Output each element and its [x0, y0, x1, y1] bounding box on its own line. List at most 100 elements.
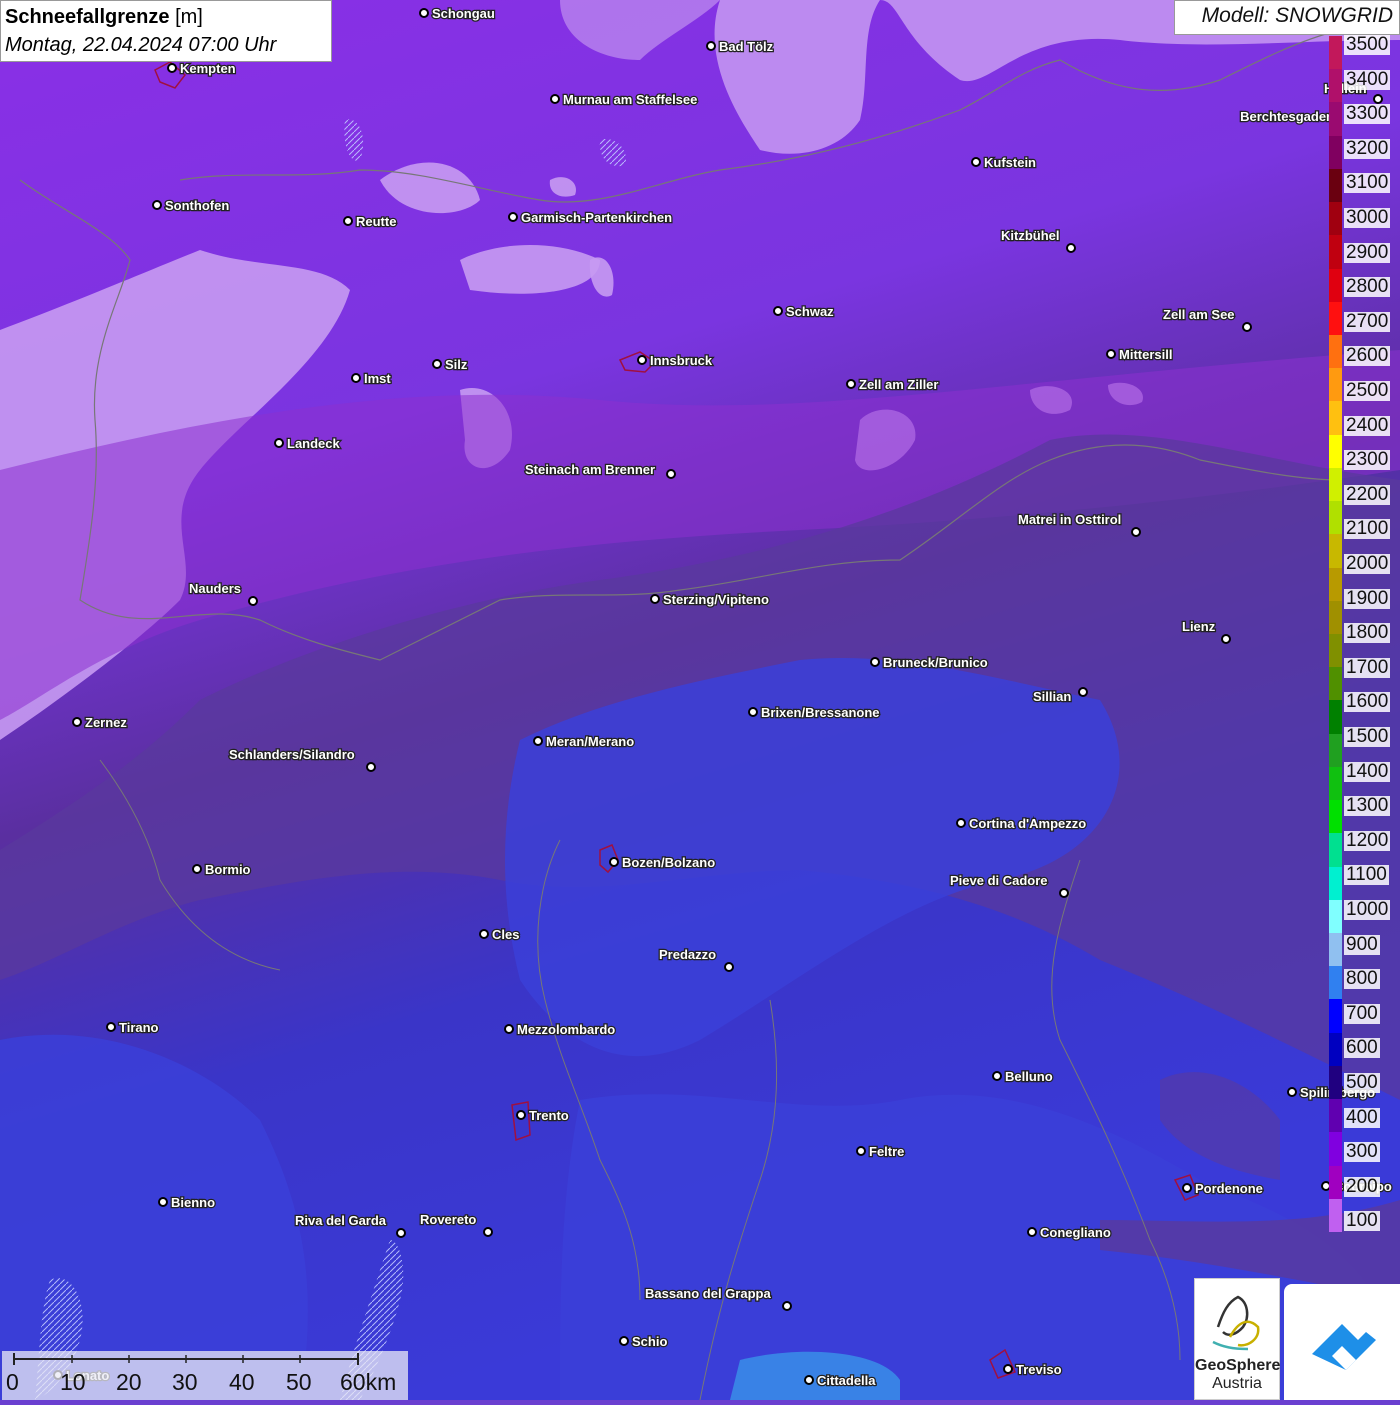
city-label: Berchtesgaden — [1240, 109, 1334, 124]
legend-swatch — [1329, 235, 1342, 270]
city-label: Bad Tölz — [719, 39, 774, 54]
city-marker[interactable]: Zell am Ziller — [846, 376, 940, 393]
city-label: Bruneck/Brunico — [883, 655, 988, 670]
legend-label: 3400 — [1344, 68, 1391, 90]
city-dot — [508, 212, 518, 222]
geosphere-logo[interactable]: GeoSphere Austria — [1194, 1278, 1280, 1400]
legend-label: 1900 — [1344, 587, 1391, 609]
city-label: Predazzo — [659, 947, 716, 962]
legend-label: 2800 — [1344, 276, 1391, 298]
legend-label: 2300 — [1344, 449, 1391, 471]
legend-label: 3300 — [1344, 103, 1391, 125]
city-marker[interactable]: Garmisch-Partenkirchen — [508, 209, 673, 226]
legend-label: 2600 — [1344, 345, 1391, 367]
city-dot — [782, 1301, 792, 1311]
legend-swatch — [1329, 202, 1342, 236]
city-marker[interactable]: Bruneck/Brunico — [870, 654, 989, 671]
legend-label: 1500 — [1344, 726, 1391, 747]
legend-label: 200 — [1344, 1175, 1380, 1197]
city-marker[interactable]: Bozen/Bolzano — [609, 854, 717, 871]
legend-label: 900 — [1344, 933, 1380, 955]
city-dot — [1287, 1087, 1297, 1097]
city-marker[interactable]: Sonthofen — [152, 197, 231, 214]
legend-label: 1700 — [1344, 656, 1391, 678]
city-label: Brixen/Bressanone — [761, 705, 880, 720]
scale-label-10: 10 — [60, 1369, 86, 1395]
geosphere-label-2: Austria — [1212, 1375, 1262, 1392]
legend-swatch — [1329, 700, 1342, 735]
city-dot — [419, 8, 429, 18]
scale-bar: 0 10 20 30 40 50 60km — [2, 1351, 408, 1400]
legend-label: 800 — [1344, 968, 1380, 990]
parameter-name: Schneefallgrenze — [5, 6, 170, 28]
city-label: Riva del Garda — [295, 1213, 387, 1228]
geosphere-logo-icon — [1212, 1295, 1260, 1351]
legend-swatch — [1329, 501, 1342, 535]
city-label: Kufstein — [984, 155, 1036, 170]
legend-swatch — [1329, 600, 1342, 635]
city-dot — [666, 469, 676, 479]
city-dot — [856, 1146, 866, 1156]
legend-label: 3200 — [1344, 137, 1391, 159]
city-marker[interactable]: Meran/Merano — [533, 733, 635, 750]
city-marker[interactable]: Sterzing/Vipiteno — [650, 591, 770, 608]
city-marker[interactable]: Steinach am Brenner — [524, 461, 676, 479]
legend-label: 1300 — [1344, 795, 1391, 817]
legend-swatch — [1329, 999, 1342, 1034]
city-dot — [724, 962, 734, 972]
city-label: Tirano — [119, 1020, 159, 1035]
city-dot — [706, 41, 716, 51]
city-label: Rovereto — [420, 1212, 476, 1227]
geosphere-label-1: GeoSphere — [1195, 1357, 1281, 1374]
legend-swatch — [1329, 434, 1342, 469]
city-marker[interactable]: Pordenone — [1182, 1180, 1264, 1197]
legend-swatch — [1329, 301, 1342, 336]
model-label: Modell: SNOWGRID — [1174, 0, 1400, 35]
snowfall-limit-map[interactable]: Schongau Bad Tölz Kempten Murnau am Staffel… — [0, 0, 1400, 1400]
city-label: Bienno — [171, 1195, 215, 1210]
legend-swatch — [1329, 733, 1342, 768]
city-marker[interactable]: Schongau — [419, 5, 496, 22]
city-dot — [1106, 349, 1116, 359]
scale-label-20: 20 — [116, 1369, 142, 1395]
city-marker[interactable]: Murnau am Staffelsee — [550, 91, 699, 108]
city-dot — [804, 1375, 814, 1385]
city-dot — [1242, 322, 1252, 332]
city-label: Mittersill — [1119, 347, 1172, 362]
city-marker[interactable]: Conegliano — [1027, 1224, 1112, 1241]
city-label: Schwaz — [786, 304, 834, 319]
city-dot — [748, 707, 758, 717]
city-label: Conegliano — [1040, 1225, 1111, 1240]
legend-label: 3500 — [1344, 34, 1391, 55]
city-marker[interactable]: Brixen/Bressanone — [748, 704, 881, 721]
legend-swatch — [1329, 36, 1342, 70]
legend-swatch — [1329, 933, 1342, 967]
city-marker[interactable]: Mezzolombardo — [504, 1021, 617, 1038]
scale-label-50: 50 — [286, 1369, 312, 1395]
city-label: Kempten — [180, 61, 236, 76]
legend-label: 1200 — [1344, 829, 1391, 851]
title-box: Schneefallgrenze [m] Montag, 22.04.2024 … — [0, 0, 332, 62]
city-label: Schlanders/Silandro — [229, 747, 355, 762]
city-label: Silz — [445, 357, 468, 372]
legend-label: 700 — [1344, 1002, 1380, 1024]
weather-app-logo[interactable] — [1284, 1284, 1400, 1400]
legend-swatch — [1329, 1099, 1342, 1133]
city-dot — [1182, 1183, 1192, 1193]
scale-label-0: 0 — [6, 1369, 19, 1395]
city-label: Bormio — [205, 862, 251, 877]
city-dot — [533, 736, 543, 746]
city-dot — [992, 1071, 1002, 1081]
legend-swatch — [1329, 534, 1342, 569]
city-dot — [72, 717, 82, 727]
city-marker[interactable]: Innsbruck — [637, 352, 714, 369]
legend-label: 1800 — [1344, 622, 1391, 644]
city-marker[interactable]: Berchtesgaden — [1239, 108, 1341, 126]
city-label: Lienz — [1182, 619, 1216, 634]
city-label: Feltre — [869, 1144, 904, 1159]
legend-label: 600 — [1344, 1037, 1380, 1059]
city-marker[interactable]: Cortina d'Ampezzo — [956, 815, 1088, 832]
legend-label: 2700 — [1344, 310, 1391, 332]
city-dot — [846, 379, 856, 389]
city-dot — [637, 355, 647, 365]
